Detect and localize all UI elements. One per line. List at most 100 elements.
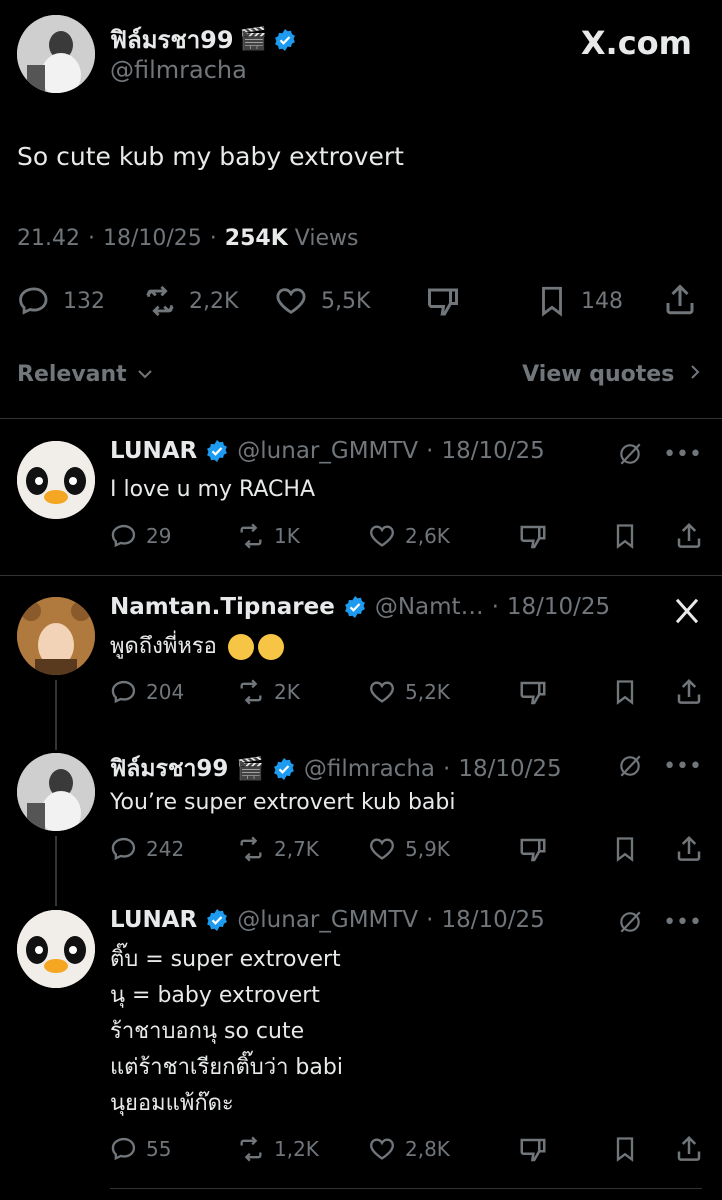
tweet-time[interactable]: 21.42 <box>17 226 80 251</box>
downvote-button[interactable] <box>518 835 548 865</box>
share-button[interactable] <box>674 834 704 864</box>
bookmark-button[interactable] <box>611 835 639 863</box>
avatar[interactable] <box>17 15 95 93</box>
reply-count: 29 <box>146 524 172 548</box>
like-button[interactable]: 2,8K <box>367 1135 450 1163</box>
reply-button[interactable]: 242 <box>110 835 184 863</box>
thumbs-down-icon <box>520 525 546 549</box>
downvote-button[interactable] <box>518 1135 548 1165</box>
reply-text-line: นุ = baby extrovert <box>110 983 320 1008</box>
like-button[interactable]: 5,5K <box>273 284 370 318</box>
more-options-icon[interactable]: ••• <box>663 910 702 935</box>
separator: · <box>443 756 451 782</box>
grok-icon[interactable] <box>617 909 643 935</box>
reply-button[interactable]: 132 <box>17 284 105 318</box>
flushed-face-emoji <box>227 634 254 660</box>
sort-relevant-dropdown[interactable]: Relevant <box>17 362 154 387</box>
repost-count: 1K <box>274 524 300 548</box>
repost-button[interactable]: 2,2K <box>143 284 238 318</box>
avatar[interactable] <box>17 441 95 519</box>
repost-icon <box>146 285 174 317</box>
heart-icon <box>370 681 394 703</box>
chevron-down-icon <box>138 370 153 379</box>
separator: · <box>87 226 95 251</box>
reply-button[interactable]: 29 <box>110 522 171 550</box>
heart-icon <box>370 838 394 860</box>
like-button[interactable]: 2,6K <box>367 522 450 550</box>
thumbs-down-icon <box>520 1138 546 1162</box>
divider <box>0 418 722 419</box>
reply-date[interactable]: 18/10/25 <box>458 756 561 782</box>
share-button[interactable] <box>674 1134 704 1164</box>
downvote-button[interactable] <box>518 522 548 552</box>
repost-button[interactable]: 1,2K <box>236 1135 319 1163</box>
repost-button[interactable]: 2,7K <box>236 835 319 863</box>
verified-badge-icon <box>273 758 294 780</box>
bookmark-icon <box>616 680 634 705</box>
display-name[interactable]: LUNAR <box>110 438 197 464</box>
reply-icon <box>111 837 136 861</box>
thumbs-down-icon <box>520 838 546 862</box>
like-button[interactable]: 5,2K <box>367 678 450 706</box>
heart-icon <box>370 525 394 547</box>
views-label: Views <box>294 226 359 251</box>
like-count: 5,5K <box>321 288 371 314</box>
separator: · <box>491 594 499 620</box>
bookmark-icon <box>542 286 562 317</box>
reply-text: You’re super extrovert kub babi <box>110 790 456 815</box>
username[interactable]: @lunar_GMMTV <box>237 907 418 933</box>
avatar[interactable] <box>17 910 95 988</box>
grok-icon[interactable] <box>617 753 643 779</box>
reply-button[interactable]: 204 <box>110 678 184 706</box>
username[interactable]: @lunar_GMMTV <box>237 438 418 464</box>
sort-label: Relevant <box>17 362 127 387</box>
reply-button[interactable]: 55 <box>110 1135 171 1163</box>
bookmark-button[interactable] <box>611 1135 639 1163</box>
username[interactable]: @filmracha <box>304 756 435 782</box>
more-options-icon[interactable]: ••• <box>663 754 702 779</box>
share-button[interactable] <box>662 282 698 318</box>
display-name[interactable]: Namtan.Tipnaree <box>110 594 335 620</box>
like-button[interactable]: 5,9K <box>367 835 450 863</box>
chevron-right-icon <box>691 365 700 379</box>
bookmark-button[interactable] <box>611 522 639 550</box>
thumbs-down-icon <box>520 681 546 705</box>
reply-icon <box>111 524 136 548</box>
reply-date[interactable]: 18/10/25 <box>507 594 610 620</box>
avatar[interactable] <box>17 753 95 831</box>
thread-connector <box>55 680 57 750</box>
downvote-button[interactable] <box>518 678 548 708</box>
display-name[interactable]: ฟิล์มรชา99 <box>110 20 234 59</box>
username[interactable]: @filmracha <box>110 56 247 84</box>
avatar[interactable] <box>17 597 95 675</box>
display-name[interactable]: ฟิล์มรชา99 <box>110 751 228 787</box>
reply-text-line: ร้าชาบอกนุ so cute <box>110 1019 305 1044</box>
username[interactable]: @Namt… <box>375 594 484 620</box>
repost-count: 2,2K <box>189 288 239 314</box>
reply-date[interactable]: 18/10/25 <box>441 907 544 933</box>
bookmark-icon <box>616 837 634 862</box>
clapperboard-emoji: 🎬 <box>236 756 264 782</box>
display-name[interactable]: LUNAR <box>110 907 197 933</box>
view-quotes-link[interactable]: View quotes <box>522 362 702 387</box>
site-watermark: X.com <box>580 24 692 62</box>
verified-badge-icon <box>207 909 228 931</box>
share-button[interactable] <box>674 521 704 551</box>
bookmark-button[interactable] <box>611 678 639 706</box>
reply-text: พูดถึงพี่หรอ <box>110 629 284 665</box>
repost-button[interactable]: 2K <box>236 678 300 706</box>
grok-icon[interactable] <box>617 441 643 467</box>
bookmark-button[interactable]: 148 <box>535 284 623 318</box>
verified-badge-icon <box>207 440 228 462</box>
reply-date[interactable]: 18/10/25 <box>441 438 544 464</box>
more-options-icon[interactable]: ••• <box>663 442 702 467</box>
share-icon <box>677 1135 701 1161</box>
tweet-date[interactable]: 18/10/25 <box>103 226 202 251</box>
separator: · <box>426 438 434 464</box>
downvote-button[interactable] <box>425 284 461 320</box>
share-button[interactable] <box>674 677 704 707</box>
share-icon <box>677 522 701 548</box>
repost-button[interactable]: 1K <box>236 522 300 550</box>
reply-text: I love u my RACHA <box>110 477 315 502</box>
reply-count: 55 <box>146 1137 172 1161</box>
